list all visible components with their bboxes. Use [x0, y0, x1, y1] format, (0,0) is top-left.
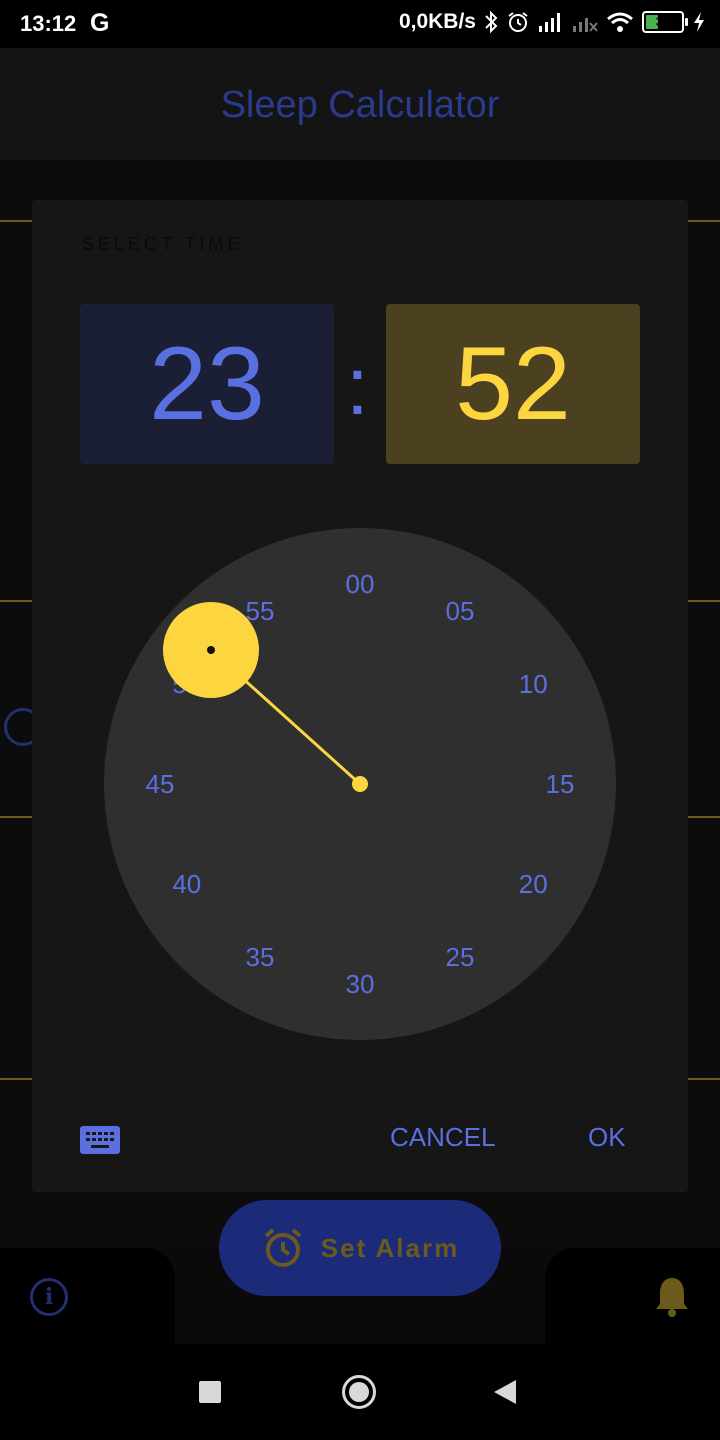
bell-icon[interactable]: [652, 1274, 692, 1318]
home-button-inner: [349, 1382, 369, 1402]
system-nav-bar: [0, 1344, 720, 1440]
signal-icon: [539, 13, 560, 32]
hour-value: 23: [149, 325, 265, 442]
hour-selector[interactable]: 23: [80, 304, 334, 464]
clock-number-05[interactable]: 05: [430, 595, 490, 627]
divider: [688, 600, 720, 602]
time-picker-dialog: SELECT TIME 23 : 52 00 05 10 15 20 25 30 35 40 45…: [32, 200, 688, 1192]
minute-selector[interactable]: 52: [386, 304, 640, 464]
clock-number-10[interactable]: 10: [503, 668, 563, 700]
cancel-button[interactable]: CANCEL: [390, 1122, 495, 1153]
signal-x-icon: [573, 18, 598, 32]
app-header: Sleep Calculator: [0, 48, 720, 160]
divider: [0, 816, 32, 818]
set-alarm-label: Set Alarm: [320, 1232, 460, 1263]
battery-level: 34: [655, 14, 671, 29]
bluetooth-icon: [485, 10, 498, 34]
clock-number-30[interactable]: 30: [330, 968, 390, 1000]
selector-dot: [207, 646, 216, 655]
clock-number-40[interactable]: 40: [157, 868, 217, 900]
battery-icon: 34: [642, 11, 688, 33]
divider: [688, 220, 720, 222]
status-bar: 13:12 G 0,0KB/s 34: [0, 0, 720, 48]
divider: [0, 600, 32, 602]
keyboard-glyph: [86, 1132, 114, 1148]
home-button[interactable]: [342, 1375, 376, 1409]
minute-value: 52: [455, 325, 571, 442]
recent-apps-button[interactable]: [199, 1381, 221, 1403]
wifi-icon: [607, 12, 633, 32]
time-separator: :: [346, 341, 369, 432]
bottom-bar-right: [545, 1248, 720, 1344]
status-time: 13:12: [20, 11, 77, 36]
set-alarm-button[interactable]: Set Alarm: [219, 1200, 501, 1296]
divider: [688, 1078, 720, 1080]
clock-number-20[interactable]: 20: [503, 868, 563, 900]
divider: [0, 220, 32, 222]
bottom-bar-left: i: [0, 1248, 175, 1344]
charging-icon: [694, 12, 704, 32]
minute-selector-knob[interactable]: [163, 602, 260, 699]
app-title: Sleep Calculator: [220, 84, 500, 126]
divider: [0, 1078, 32, 1080]
alarm-clock-icon: [264, 1228, 302, 1267]
clock-number-00[interactable]: 00: [330, 568, 390, 600]
clock-center: [352, 776, 368, 792]
status-icons: 0,0KB/s 34: [399, 10, 706, 34]
clock-number-35[interactable]: 35: [230, 941, 290, 973]
network-speed: 0,0KB/s: [398, 10, 476, 33]
google-icon: G: [90, 9, 110, 37]
clock-number-15[interactable]: 15: [530, 768, 590, 800]
divider: [688, 816, 720, 818]
clock-number-45[interactable]: 45: [130, 768, 190, 800]
keyboard-icon[interactable]: [80, 1126, 120, 1154]
clock-dial[interactable]: 000510152025303540455055: [104, 528, 616, 1040]
ok-button[interactable]: OK: [588, 1122, 626, 1153]
clock-number-25[interactable]: 25: [430, 941, 490, 973]
alarm-icon: [508, 12, 528, 32]
back-button[interactable]: [494, 1380, 516, 1404]
battery-tip: [685, 18, 688, 26]
info-icon[interactable]: i: [30, 1278, 68, 1316]
dialog-title: SELECT TIME: [82, 234, 244, 254]
